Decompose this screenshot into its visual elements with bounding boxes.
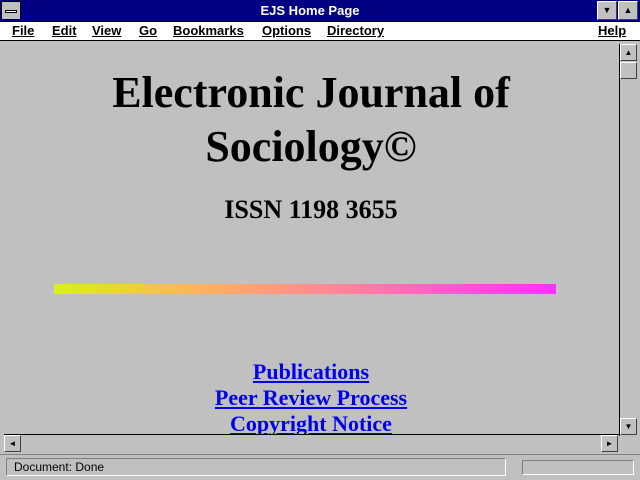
left-arrow-icon: ◄ [8, 439, 17, 448]
up-arrow-icon: ▲ [623, 5, 633, 15]
window-title: EJS Home Page [260, 3, 360, 18]
menu-go[interactable]: Go [139, 23, 157, 39]
title-bar: EJS Home Page ▼ ▲ [0, 0, 640, 22]
menu-edit[interactable]: Edit [52, 23, 77, 39]
page-content: Electronic Journal of Sociology© ISSN 11… [4, 44, 618, 434]
horizontal-scrollbar[interactable]: ◄ ► [4, 434, 619, 452]
system-menu-button[interactable] [1, 1, 21, 20]
publications-link[interactable]: Publications [4, 359, 618, 385]
scroll-left-button[interactable]: ◄ [4, 435, 21, 452]
progress-indicator [522, 460, 634, 475]
scroll-up-button[interactable]: ▲ [620, 44, 637, 61]
menu-file[interactable]: File [12, 23, 34, 39]
up-arrow-icon: ▲ [624, 48, 633, 57]
issn-text: ISSN 1198 3655 [224, 195, 398, 224]
menu-bookmarks[interactable]: Bookmarks [173, 23, 244, 39]
down-arrow-icon: ▼ [602, 5, 612, 15]
menu-options[interactable]: Options [262, 23, 311, 39]
minimize-button[interactable]: ▼ [597, 1, 617, 20]
menu-view[interactable]: View [92, 23, 121, 39]
maximize-button[interactable]: ▲ [618, 1, 638, 20]
right-arrow-icon: ► [605, 439, 614, 448]
status-message: Document: Done [6, 458, 506, 476]
scroll-right-button[interactable]: ► [601, 435, 618, 452]
gradient-divider [54, 284, 556, 294]
menu-help[interactable]: Help [598, 23, 626, 39]
scroll-down-button[interactable]: ▼ [620, 418, 637, 435]
copyright-notice-link[interactable]: Copyright Notice [4, 411, 618, 434]
page-title-line-1: Electronic Journal of [112, 68, 510, 117]
vertical-scroll-thumb[interactable] [620, 62, 637, 79]
menu-directory[interactable]: Directory [327, 23, 384, 39]
nav-links: Publications Peer Review Process Copyrig… [4, 359, 618, 434]
menu-bar: File Edit View Go Bookmarks Options Dire… [0, 22, 640, 41]
page-title: Electronic Journal of Sociology© [4, 66, 618, 174]
status-bar: Document: Done [0, 454, 640, 480]
vertical-scrollbar[interactable]: ▲ ▼ [619, 44, 637, 436]
system-menu-icon [5, 10, 17, 13]
peer-review-process-link[interactable]: Peer Review Process [4, 385, 618, 411]
page-title-line-2: Sociology© [205, 122, 417, 171]
down-arrow-icon: ▼ [624, 422, 633, 431]
